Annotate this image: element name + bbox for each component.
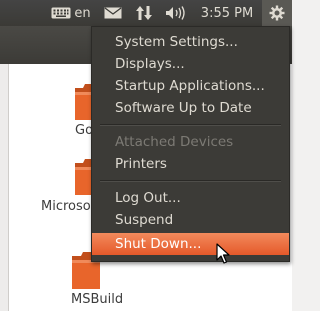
menu-separator — [100, 180, 281, 182]
keyboard-indicator[interactable]: en — [48, 0, 94, 26]
menu-item-system-settings[interactable]: System Settings... — [92, 31, 289, 53]
menu-item-software-up-to-date[interactable]: Software Up to Date — [92, 97, 289, 119]
menu-item-displays[interactable]: Displays... — [92, 53, 289, 75]
network-icon — [136, 6, 152, 20]
clock-label: 3:55 PM — [200, 5, 254, 21]
folder-label: Microso — [41, 199, 91, 214]
menu-item-startup-applications[interactable]: Startup Applications... — [92, 75, 289, 97]
menu-header-attached-devices: Attached Devices — [115, 134, 234, 150]
volume-icon — [166, 6, 185, 20]
menu-separator — [100, 124, 281, 126]
keyboard-layout-label: en — [74, 5, 91, 21]
sound-indicator[interactable] — [162, 0, 190, 26]
menu-item-suspend[interactable]: Suspend — [92, 209, 289, 231]
mouse-cursor-icon — [216, 243, 230, 264]
menu-item-shut-down[interactable]: Shut Down... — [92, 233, 289, 255]
system-menu: System Settings... Displays... Startup A… — [91, 26, 290, 262]
menu-item-printers[interactable]: Printers — [92, 153, 289, 175]
messaging-indicator[interactable] — [100, 0, 126, 26]
sidebar-edge — [0, 64, 9, 311]
clock-indicator[interactable]: 3:55 PM — [194, 0, 260, 26]
session-indicator[interactable] — [262, 0, 292, 26]
mail-icon — [104, 7, 122, 19]
menu-item-log-out[interactable]: Log Out... — [92, 187, 289, 209]
keyboard-icon — [51, 7, 71, 19]
folder-label: MSBuild — [71, 292, 124, 307]
gear-icon — [269, 5, 285, 21]
network-indicator[interactable] — [131, 0, 157, 26]
top-panel: en 3:55 PM — [0, 0, 292, 26]
